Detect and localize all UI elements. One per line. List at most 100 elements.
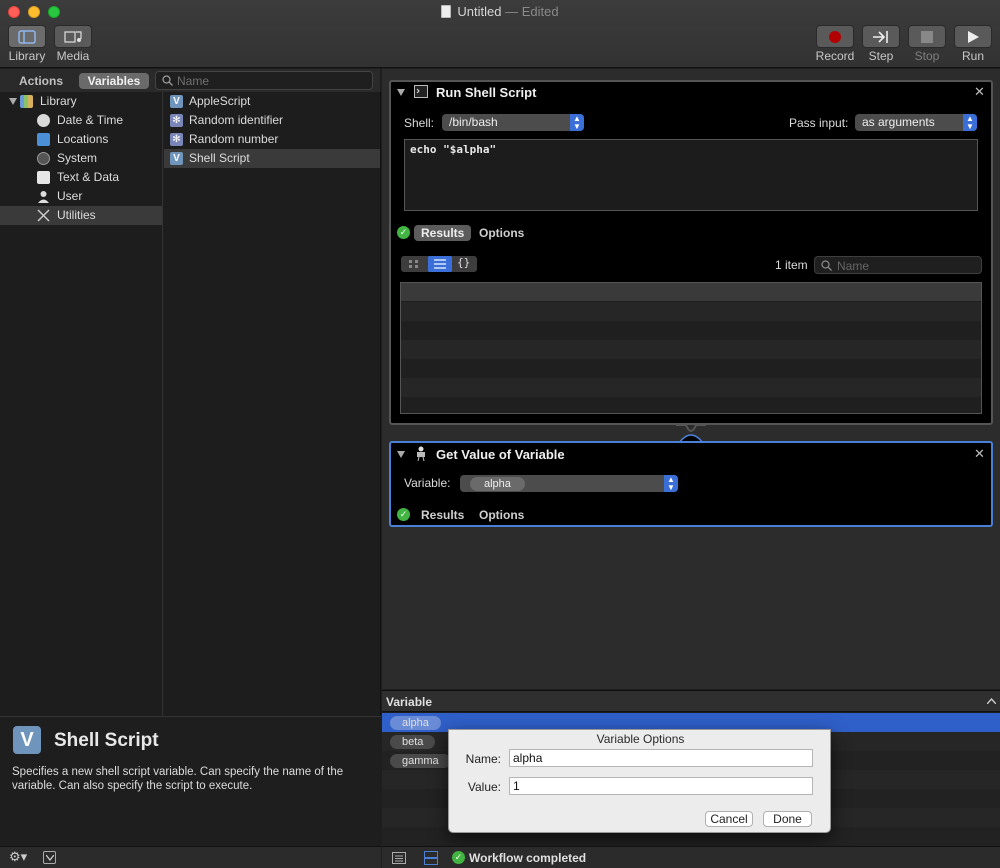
- success-check-icon: ✓: [452, 851, 465, 864]
- media-icon: [64, 30, 82, 43]
- stop-icon: [921, 30, 933, 43]
- item-count: 1 item: [775, 258, 808, 272]
- media-label: Media: [56, 49, 90, 63]
- play-icon: [968, 30, 979, 43]
- table-row: [401, 321, 981, 340]
- step-button[interactable]: [862, 25, 900, 48]
- category-utilities[interactable]: Utilities: [0, 206, 162, 225]
- library-toggle-button[interactable]: [8, 25, 46, 48]
- stop-button[interactable]: [908, 25, 946, 48]
- library-icon: [20, 95, 33, 108]
- shell-label: Shell:: [404, 116, 435, 130]
- disclosure-triangle-icon[interactable]: [397, 451, 405, 458]
- tab-variables[interactable]: Variables: [79, 73, 149, 89]
- popup-arrows-icon: ▲ ▼: [664, 475, 678, 492]
- table-row: [401, 378, 981, 397]
- table-row: [401, 302, 981, 321]
- tab-results[interactable]: Results: [421, 508, 464, 522]
- record-label: Record: [815, 49, 855, 63]
- disclosure-triangle-icon[interactable]: [397, 89, 405, 96]
- list-item-random-identifier[interactable]: ✻ Random identifier: [164, 111, 380, 130]
- action-title: Run Shell Script: [436, 85, 537, 100]
- tab-actions[interactable]: Actions: [10, 73, 72, 89]
- media-button[interactable]: [54, 25, 92, 48]
- disclosure-triangle-icon: [9, 98, 17, 105]
- category-text-data[interactable]: Text & Data: [0, 168, 162, 187]
- terminal-icon: [414, 85, 428, 98]
- variable-icon: V: [170, 152, 183, 165]
- search-icon: [821, 260, 832, 271]
- variable-options-dialog: Variable Options Name: Value: Cancel Don…: [448, 729, 831, 833]
- robot-icon: [417, 446, 425, 461]
- library-label: Library: [8, 49, 46, 63]
- list-item-shell-script[interactable]: V Shell Script: [164, 149, 380, 168]
- library-pane: Library Date & Time Locations System Tex…: [0, 92, 163, 716]
- results-search-input[interactable]: Name: [814, 256, 982, 274]
- close-icon[interactable]: ✕: [974, 446, 985, 462]
- icon-view-button[interactable]: [403, 257, 425, 271]
- category-date-time[interactable]: Date & Time: [0, 111, 162, 130]
- search-icon: [162, 75, 173, 86]
- user-icon: [38, 191, 49, 203]
- table-row: [401, 397, 981, 413]
- pass-input-popup[interactable]: as arguments ▲ ▼: [855, 114, 977, 131]
- variable-column-header: Variable: [386, 695, 433, 709]
- results-table[interactable]: [400, 282, 982, 414]
- variable-icon: V: [13, 726, 41, 754]
- description-text: Specifies a new shell script variable. C…: [12, 766, 344, 792]
- script-editor[interactable]: echo "$alpha": [404, 139, 978, 211]
- category-user[interactable]: User: [0, 187, 162, 206]
- clock-icon: [37, 114, 50, 127]
- variable-panel-header: Variable: [382, 690, 1000, 712]
- variable-token: alpha: [470, 477, 525, 491]
- library-search-input[interactable]: Name: [155, 71, 373, 90]
- shell-popup[interactable]: /bin/bash ▲ ▼: [442, 114, 584, 131]
- utilities-icon: [37, 209, 50, 222]
- tab-results[interactable]: Results: [414, 225, 472, 241]
- variable-icon: V: [170, 95, 183, 108]
- close-icon[interactable]: ✕: [974, 84, 985, 100]
- record-button[interactable]: [816, 25, 854, 48]
- tab-options[interactable]: Options: [479, 226, 524, 240]
- document-text-icon: [37, 171, 50, 184]
- search-placeholder: Name: [177, 74, 210, 88]
- run-button[interactable]: [954, 25, 992, 48]
- system-gear-icon: [37, 152, 50, 165]
- dialog-title: Variable Options: [596, 732, 685, 746]
- chevron-up-icon[interactable]: [987, 698, 996, 704]
- variable-popup[interactable]: alpha ▲ ▼: [460, 475, 678, 492]
- tab-options[interactable]: Options: [479, 508, 524, 522]
- stop-label: Stop: [914, 49, 940, 63]
- value-field[interactable]: [509, 777, 813, 795]
- value-label: Value:: [467, 780, 501, 794]
- record-icon: [829, 30, 841, 43]
- status-text: Workflow completed: [469, 851, 587, 865]
- document-icon: [441, 5, 452, 18]
- log-icon[interactable]: [392, 852, 406, 864]
- success-check-icon: ✓: [397, 508, 410, 521]
- cancel-button[interactable]: Cancel: [705, 811, 753, 827]
- variables-icon[interactable]: [424, 851, 438, 865]
- gear-menu-icon[interactable]: ⚙︎▾: [9, 849, 27, 865]
- variable-label: Variable:: [404, 476, 451, 490]
- run-label: Run: [961, 49, 984, 63]
- category-system[interactable]: System: [0, 149, 162, 168]
- table-row: [401, 359, 981, 378]
- grid-icon: [409, 260, 418, 268]
- list-item-random-number[interactable]: ✻ Random number: [164, 130, 380, 149]
- json-view-button[interactable]: {}: [457, 256, 470, 269]
- variables-list-pane: V AppleScript ✻ Random identifier ✻ Rand…: [164, 92, 381, 716]
- category-locations[interactable]: Locations: [0, 130, 162, 149]
- gear-icon: ✻: [170, 114, 183, 127]
- finder-icon: [37, 133, 50, 146]
- list-view-button[interactable]: [428, 256, 452, 272]
- table-header: [401, 283, 981, 301]
- toggle-description-button[interactable]: [43, 851, 56, 864]
- done-button[interactable]: Done: [763, 811, 812, 827]
- description-title: Shell Script: [54, 730, 159, 751]
- library-root[interactable]: Library: [0, 92, 162, 111]
- action-title: Get Value of Variable: [436, 447, 565, 462]
- list-item-applescript[interactable]: V AppleScript: [164, 92, 380, 111]
- name-field[interactable]: [509, 749, 813, 767]
- sidebar-icon: [18, 29, 36, 44]
